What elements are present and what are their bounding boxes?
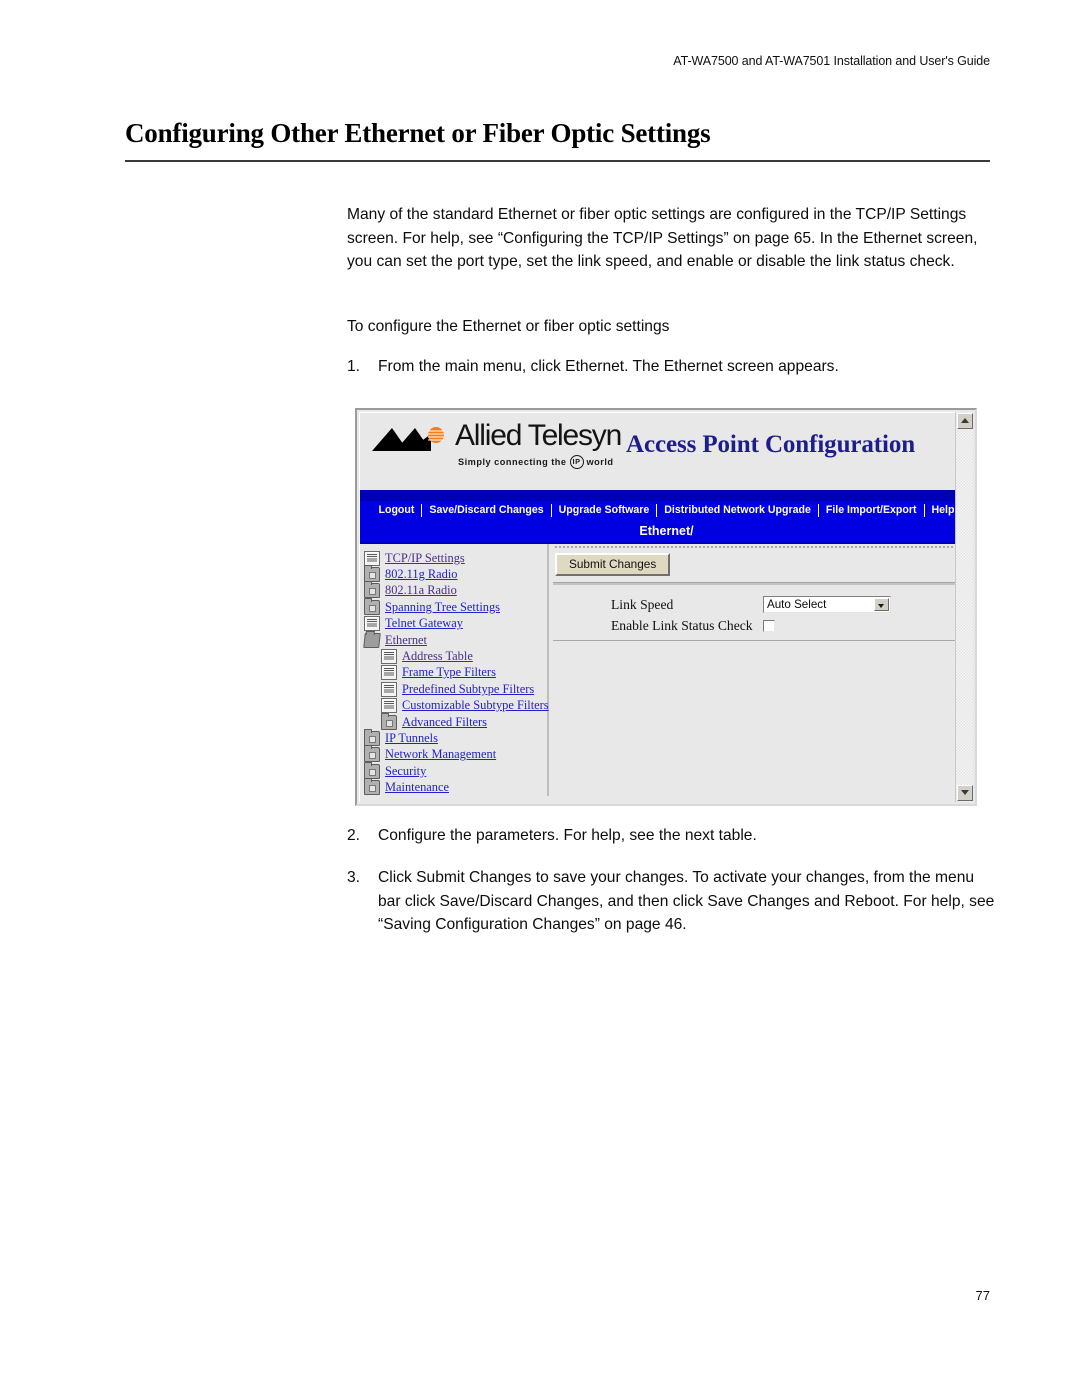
- tree-item-predefined-subtype-filters[interactable]: Predefined Subtype Filters: [364, 681, 547, 697]
- enable-link-status-check-checkbox[interactable]: [763, 619, 775, 632]
- tree-item-label: Predefined Subtype Filters: [402, 681, 535, 696]
- tree-item-security[interactable]: Security: [364, 761, 547, 779]
- document-icon: [364, 550, 380, 566]
- page-title: Configuring Other Ethernet or Fiber Opti…: [125, 118, 711, 148]
- folder-icon: [364, 581, 380, 599]
- submit-row: Submit Changes: [549, 548, 973, 582]
- tree-item-network-management[interactable]: Network Management: [364, 745, 547, 763]
- navigation-tree: TCP/IP Settings 802.11g Radio 802.11a Ra…: [360, 544, 549, 796]
- embedded-screenshot-figure: Allied Telesyn Simply connecting the IP …: [355, 408, 977, 806]
- step-number: 2.: [347, 827, 361, 844]
- form-empty-area: [553, 640, 971, 794]
- step-item: 1. From the main menu, click Ethernet. T…: [347, 355, 995, 379]
- product-banner: Allied Telesyn Simply connecting the IP …: [360, 413, 973, 490]
- menu-item-distributed-network-upgrade[interactable]: Distributed Network Upgrade: [657, 501, 818, 520]
- logo-tagline-before: Simply connecting the: [458, 457, 567, 467]
- tree-item-telnet-gateway[interactable]: Telnet Gateway: [364, 616, 547, 632]
- document-icon: [381, 665, 397, 681]
- menu-item-logout[interactable]: Logout: [372, 501, 422, 520]
- tree-item-label: Maintenance: [385, 780, 449, 795]
- breadcrumb: Ethernet/: [360, 520, 973, 544]
- browser-viewport: Allied Telesyn Simply connecting the IP …: [359, 412, 973, 802]
- step-text: Configure the parameters. For help, see …: [378, 827, 757, 844]
- vertical-scrollbar[interactable]: [955, 412, 973, 802]
- link-status-row: Enable Link Status Check: [549, 615, 973, 636]
- folder-icon: [364, 597, 380, 615]
- tree-item-label: IP Tunnels: [385, 730, 438, 745]
- tree-item-spanning-tree-settings[interactable]: Spanning Tree Settings: [364, 597, 547, 615]
- logo-tagline-after: world: [586, 457, 614, 467]
- tree-item-maintenance[interactable]: Maintenance: [364, 778, 547, 796]
- step-text: From the main menu, click Ethernet. The …: [378, 358, 839, 375]
- tree-item-ip-tunnels[interactable]: IP Tunnels: [364, 728, 547, 746]
- folder-icon: [364, 745, 380, 763]
- tree-item-label: TCP/IP Settings: [385, 550, 465, 565]
- tree-item-advanced-filters[interactable]: Advanced Filters: [364, 712, 547, 730]
- document-icon: [381, 681, 397, 697]
- document-icon: [381, 698, 397, 714]
- link-speed-label: Link Speed: [611, 596, 674, 612]
- content-area: TCP/IP Settings 802.11g Radio 802.11a Ra…: [360, 544, 973, 796]
- tree-item-label: Spanning Tree Settings: [385, 599, 500, 614]
- tree-item-customizable-subtype-filters[interactable]: Customizable Subtype Filters: [364, 698, 549, 714]
- tree-item-802-11g-radio[interactable]: 802.11g Radio: [364, 565, 547, 583]
- tree-item-label: Frame Type Filters: [402, 665, 496, 680]
- folder-open-icon: [363, 632, 381, 648]
- folder-icon: [381, 712, 397, 730]
- folder-icon: [364, 728, 380, 746]
- step-item: 3. Click Submit Changes to save your cha…: [347, 866, 995, 937]
- menu-item-upgrade-software[interactable]: Upgrade Software: [552, 501, 657, 520]
- document-icon: [381, 649, 397, 665]
- step-text: Click Submit Changes to save your change…: [378, 869, 995, 934]
- tree-item-ethernet[interactable]: Ethernet: [363, 632, 547, 648]
- intro-paragraph: Many of the standard Ethernet or fiber o…: [347, 206, 978, 271]
- menu-item-file-import-export[interactable]: File Import/Export: [819, 501, 924, 520]
- tree-item-label: 802.11g Radio: [385, 567, 458, 582]
- allied-telesyn-logo: Allied Telesyn Simply connecting the IP …: [372, 419, 630, 479]
- nav-top-strip: [360, 490, 973, 501]
- tree-item-frame-type-filters[interactable]: Frame Type Filters: [364, 665, 547, 681]
- tree-item-label: Network Management: [385, 747, 497, 762]
- tree-item-label: Advanced Filters: [402, 714, 487, 729]
- tree-item-tcp-ip-settings[interactable]: TCP/IP Settings: [364, 550, 547, 566]
- link-status-label: Enable Link Status Check: [611, 617, 753, 633]
- allied-telesyn-logo-mark: [372, 427, 444, 451]
- page-number: 77: [975, 1288, 990, 1303]
- lead-in-paragraph: To configure the Ethernet or fiber optic…: [347, 318, 670, 335]
- tree-item-label: Address Table: [402, 649, 473, 664]
- form-fields: Link Speed Auto Select Enable Link Statu…: [549, 585, 973, 646]
- main-menu-bar: Logout Save/Discard Changes Upgrade Soft…: [360, 501, 973, 520]
- link-speed-value: Auto Select: [767, 598, 827, 611]
- chevron-down-icon[interactable]: [874, 598, 889, 611]
- tree-item-label: Security: [385, 763, 427, 778]
- folder-icon: [364, 565, 380, 583]
- tree-item-802-11a-radio[interactable]: 802.11a Radio: [364, 581, 547, 599]
- menu-item-save-discard-changes[interactable]: Save/Discard Changes: [422, 501, 550, 520]
- folder-icon: [364, 761, 380, 779]
- step-item: 2. Configure the parameters. For help, s…: [347, 824, 995, 848]
- tree-item-label: Customizable Subtype Filters: [402, 698, 549, 713]
- scroll-down-arrow-icon[interactable]: [957, 785, 973, 801]
- ip-badge-icon: IP: [569, 455, 584, 469]
- step-number: 3.: [347, 869, 361, 886]
- folder-icon: [364, 778, 380, 796]
- step-number: 1.: [347, 358, 361, 375]
- link-speed-select[interactable]: Auto Select: [763, 596, 891, 613]
- document-icon: [364, 616, 380, 632]
- submit-changes-button[interactable]: Submit Changes: [555, 553, 671, 576]
- running-header: AT-WA7500 and AT-WA7501 Installation and…: [673, 54, 990, 68]
- title-divider: [125, 160, 990, 162]
- settings-form-pane: Submit Changes Link Speed Auto Select En…: [549, 544, 973, 796]
- tree-item-label: 802.11a Radio: [385, 583, 457, 598]
- logo-tagline: Simply connecting the IP world: [458, 455, 614, 469]
- tree-item-address-table[interactable]: Address Table: [364, 648, 547, 665]
- link-speed-row: Link Speed Auto Select: [549, 594, 973, 615]
- banner-title: Access Point Configuration: [626, 431, 916, 458]
- logo-wordmark: Allied Telesyn: [455, 419, 622, 452]
- tree-item-label: Ethernet: [385, 632, 427, 647]
- scroll-up-arrow-icon[interactable]: [957, 413, 973, 429]
- tree-item-label: Telnet Gateway: [385, 616, 463, 631]
